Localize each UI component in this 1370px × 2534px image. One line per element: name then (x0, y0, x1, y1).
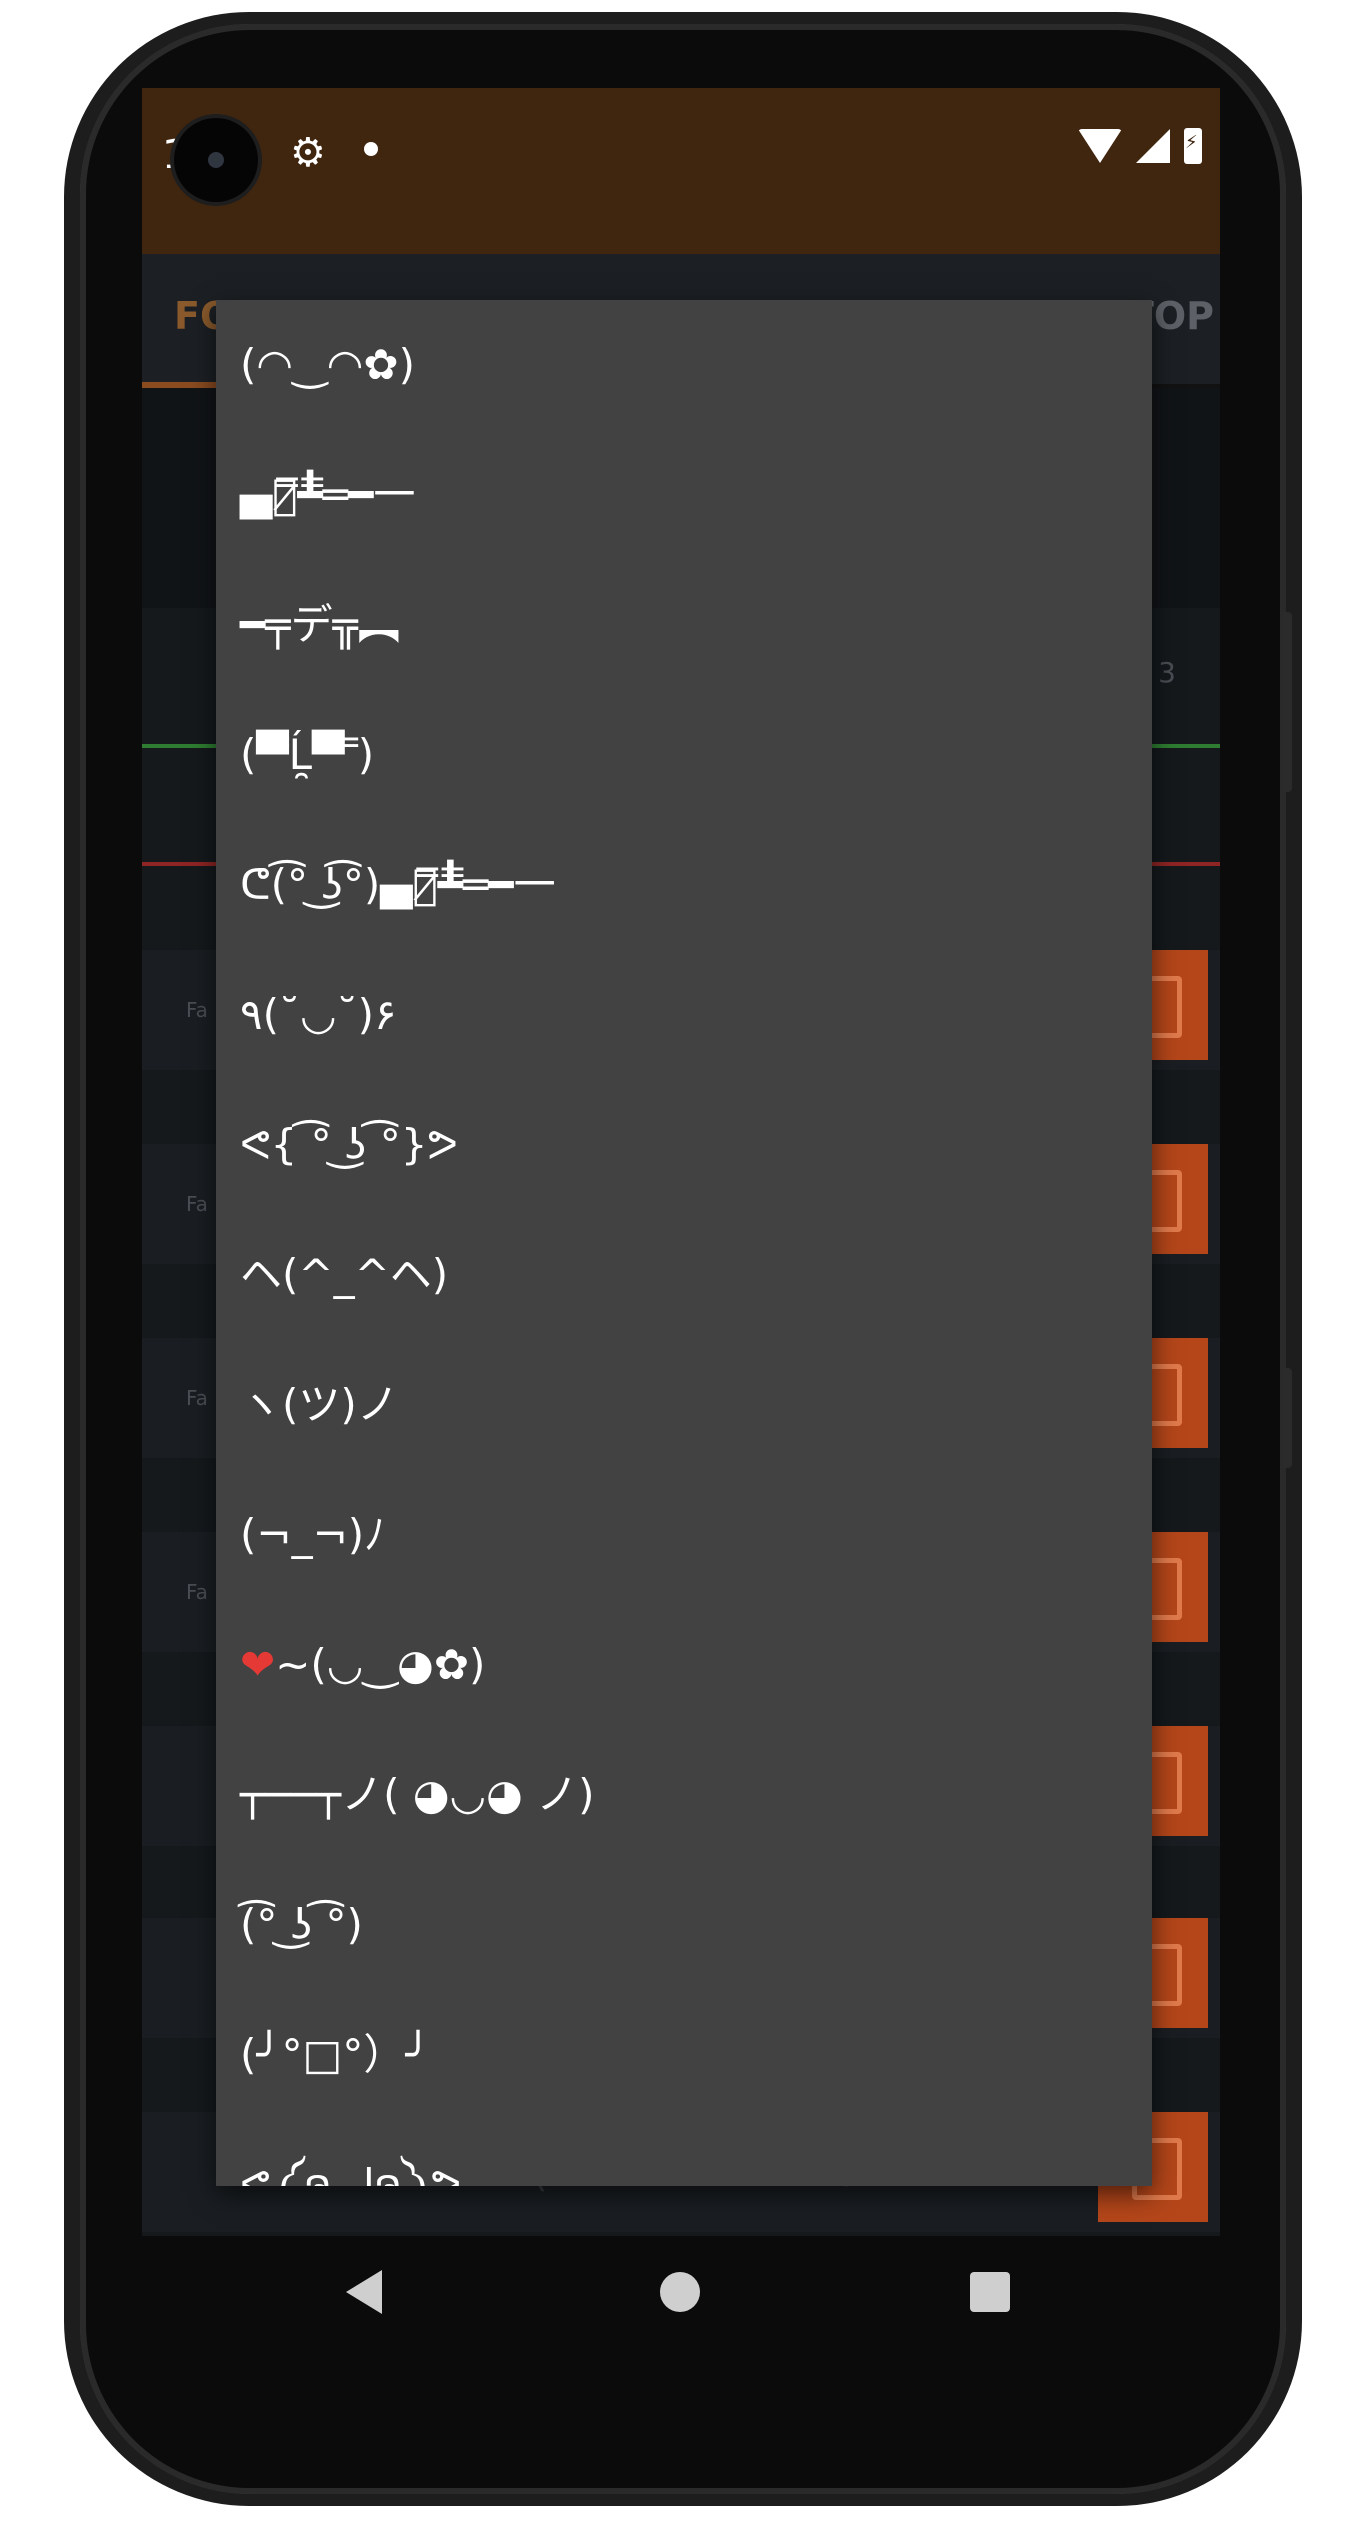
battery-charging-icon (1184, 128, 1202, 164)
settings-gear-icon: ⚙ (290, 130, 326, 176)
front-camera (174, 118, 258, 202)
wifi-icon (1078, 129, 1122, 163)
dropdown-item[interactable]: ━╤デ╦︻ (240, 560, 400, 690)
dropdown-item[interactable]: (◠‿◠✿) (240, 300, 415, 430)
dropdown-item[interactable]: ᕙ{ ͡° ͜ʖ ͡°}ᕗ (240, 1080, 458, 1210)
notification-dot-icon (364, 142, 378, 156)
dropdown-item[interactable]: (╯°□°）╯ (240, 1990, 431, 2120)
row-label: Fa (186, 1192, 208, 1216)
dropdown-item-text: ❤~(◡‿◕✿) (240, 1640, 486, 1689)
heart-icon: ❤ (240, 1640, 276, 1689)
dropdown-item[interactable]: ┬──┬ノ( ◕◡◕ ノ) (240, 1730, 595, 1860)
dropdown-item[interactable]: ▄︻̷̿┻̿═━一 (240, 430, 415, 560)
dropdown-item[interactable]: ٩(˘◡˘)۶ (240, 950, 397, 1080)
kaomoji-dropdown[interactable]: (◠‿◠✿) ▄︻̷̿┻̿═━一 ━╤デ╦︻ (▀̿Ĺ̯▀̿ ̿) ᕦ(͡° ͜… (216, 300, 1152, 2186)
phone-screen: 1:33 ⚙ FO TOP 3 Fa Fa Fa Fa (142, 88, 1220, 2236)
count-hint: 3 (1158, 656, 1176, 689)
dropdown-item[interactable]: ᕙ༼ຈ ل͜ຈ༽ᕗ (240, 2120, 461, 2186)
row-label: Fa (186, 998, 208, 1022)
dropdown-item[interactable]: (͡° ͜ʖ ͡°) (240, 1860, 363, 1990)
status-bar: 1:33 ⚙ (142, 88, 1220, 254)
recents-icon[interactable] (970, 2272, 1010, 2312)
power-button (1282, 1368, 1292, 1468)
dropdown-item[interactable]: (¬_¬)ﾉ (240, 1470, 385, 1600)
dropdown-item[interactable]: ヘ(^_^ヘ) (240, 1210, 448, 1340)
dropdown-item[interactable]: ❤~(◡‿◕✿) (240, 1600, 485, 1730)
system-icons (1078, 128, 1202, 164)
volume-button (1282, 612, 1292, 792)
row-label: Fa (186, 1386, 208, 1410)
home-icon[interactable] (660, 2272, 700, 2312)
dropdown-item[interactable]: ヽ(ツ)ノ (240, 1340, 399, 1470)
back-icon[interactable] (346, 2270, 382, 2314)
signal-icon (1136, 129, 1170, 163)
row-label: Fa (186, 1580, 208, 1604)
dropdown-item[interactable]: (▀̿Ĺ̯▀̿ ̿) (240, 690, 374, 820)
dropdown-item[interactable]: ᕦ(͡° ͜ʖ͡°)▄︻̷̿┻̿═━一 (240, 820, 556, 950)
